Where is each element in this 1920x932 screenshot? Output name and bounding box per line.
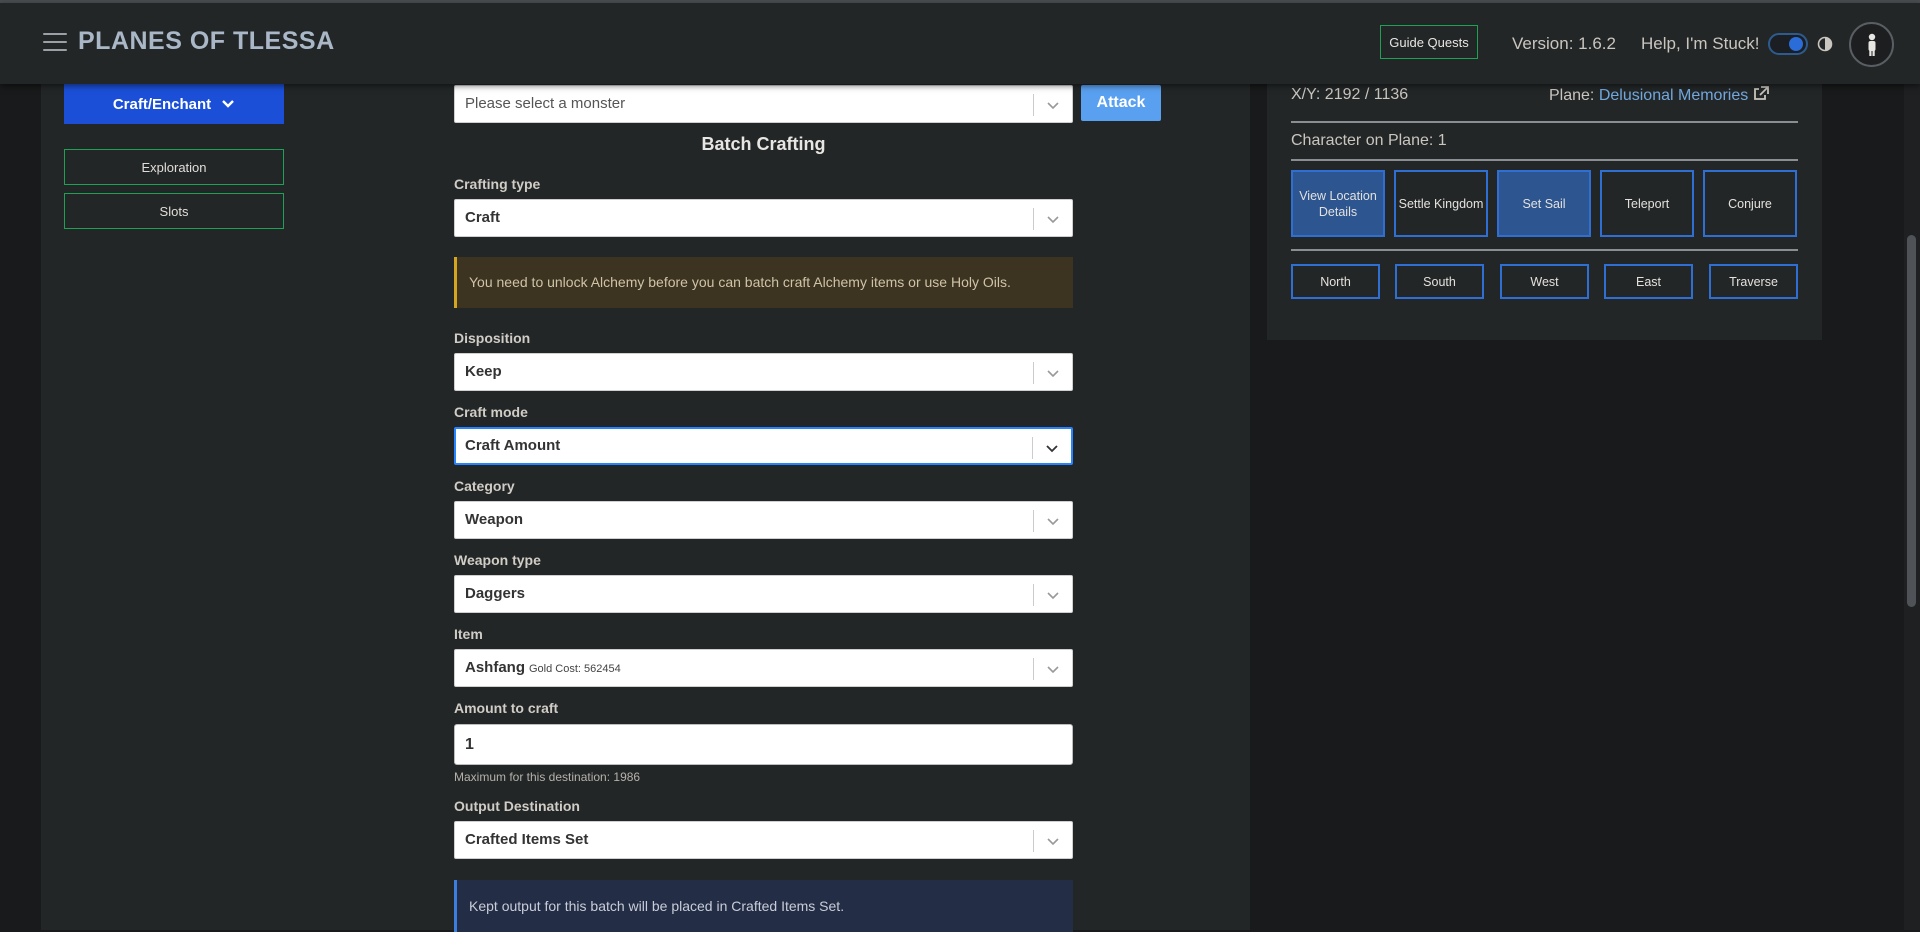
conjure-button[interactable]: Conjure <box>1703 170 1797 237</box>
select-separator <box>1033 658 1034 680</box>
craft-mode-select[interactable]: Craft Amount <box>454 427 1073 465</box>
select-separator <box>1033 510 1034 532</box>
plane-name: Delusional Memories <box>1598 87 1749 104</box>
chevron-down-icon <box>1047 370 1059 378</box>
divider <box>1291 159 1798 161</box>
chevron-down-icon <box>1047 216 1059 224</box>
view-location-details-button[interactable]: View Location Details <box>1291 170 1385 237</box>
monster-select[interactable]: Please select a monster <box>454 85 1073 123</box>
batch-crafting-title: Batch Crafting <box>701 134 826 154</box>
chevron-down-icon <box>1047 102 1059 110</box>
item-value: Ashfang Gold Cost: 562454 <box>465 650 621 687</box>
teleport-button[interactable]: Teleport <box>1600 170 1694 237</box>
chevron-down-icon <box>1047 666 1059 674</box>
move-west-button[interactable]: West <box>1500 264 1589 299</box>
amount-to-craft-label: Amount to craft <box>454 700 559 716</box>
item-name: Ashfang <box>465 659 525 676</box>
craft-enchant-label: Craft/Enchant <box>112 95 212 113</box>
top-navbar: PLANES OF TLESSA Guide Quests Version: 1… <box>0 3 1920 84</box>
select-separator <box>1033 208 1034 230</box>
menu-icon[interactable] <box>43 33 67 53</box>
version-label: Version: 1.6.2 <box>1512 34 1616 53</box>
select-separator <box>1032 437 1033 459</box>
move-north-button[interactable]: North <box>1291 264 1380 299</box>
toggle-knob <box>1789 37 1803 51</box>
chevron-down-icon <box>1047 838 1059 846</box>
chevron-down-icon <box>1047 518 1059 526</box>
character-avatar-button[interactable] <box>1849 22 1894 67</box>
craft-mode-label: Craft mode <box>454 404 528 420</box>
crafting-type-select[interactable]: Craft <box>454 199 1073 237</box>
dark-mode-toggle[interactable] <box>1768 33 1808 55</box>
output-destination-select[interactable]: Crafted Items Set <box>454 821 1073 859</box>
select-separator <box>1033 584 1034 606</box>
disposition-value: Keep <box>465 363 502 380</box>
traverse-button[interactable]: Traverse <box>1709 264 1798 299</box>
disposition-select[interactable]: Keep <box>454 353 1073 391</box>
external-link-icon <box>1753 86 1769 100</box>
output-destination-value: Crafted Items Set <box>465 831 589 848</box>
category-select[interactable]: Weapon <box>454 501 1073 539</box>
attack-button[interactable]: Attack <box>1081 85 1161 121</box>
weapon-type-value: Daggers <box>465 585 526 602</box>
amount-to-craft-input[interactable]: 1 <box>454 724 1073 765</box>
plane-link[interactable]: Delusional Memories <box>1598 86 1769 104</box>
person-icon <box>1868 33 1875 56</box>
exploration-button[interactable]: Exploration <box>64 149 284 185</box>
item-gold-cost: Gold Cost: 562454 <box>529 663 621 675</box>
craft-enchant-dropdown-button[interactable]: Craft/Enchant <box>64 84 284 124</box>
chevron-down-icon <box>1047 592 1059 600</box>
divider <box>1291 121 1798 123</box>
crafting-type-label: Crafting type <box>454 176 541 192</box>
crafting-type-value: Craft <box>465 209 501 226</box>
chevron-down-icon <box>222 100 235 108</box>
craft-mode-value: Craft Amount <box>465 437 561 454</box>
monster-select-placeholder: Please select a monster <box>465 95 626 112</box>
set-sail-button[interactable]: Set Sail <box>1497 170 1591 237</box>
weapon-type-label: Weapon type <box>454 552 541 568</box>
scrollbar-thumb[interactable] <box>1907 235 1916 607</box>
amount-max-hint: Maximum for this destination: 1986 <box>454 770 641 784</box>
select-separator <box>1033 94 1034 116</box>
help-stuck-link[interactable]: Help, I'm Stuck! <box>1641 34 1760 54</box>
move-east-button[interactable]: East <box>1604 264 1693 299</box>
plane-label: Plane: <box>1549 87 1595 104</box>
output-destination-label: Output Destination <box>454 798 580 814</box>
characters-on-plane: Character on Plane: 1 <box>1291 132 1447 149</box>
select-separator <box>1033 830 1034 852</box>
disposition-label: Disposition <box>454 330 531 346</box>
plane-info: Plane: Delusional Memories <box>1549 86 1769 105</box>
select-separator <box>1033 362 1034 384</box>
contrast-icon <box>1817 36 1833 52</box>
output-info-alert: Kept output for this batch will be place… <box>454 880 1073 932</box>
chevron-down-icon <box>1046 445 1058 453</box>
weapon-type-select[interactable]: Daggers <box>454 575 1073 613</box>
divider <box>1291 249 1798 251</box>
guide-quests-button[interactable]: Guide Quests <box>1380 25 1478 59</box>
alchemy-warning-alert: You need to unlock Alchemy before you ca… <box>454 257 1073 308</box>
item-select[interactable]: Ashfang Gold Cost: 562454 <box>454 649 1073 687</box>
category-label: Category <box>454 478 515 494</box>
item-label: Item <box>454 626 483 642</box>
category-value: Weapon <box>465 511 524 528</box>
move-south-button[interactable]: South <box>1395 264 1484 299</box>
coordinates-readout: X/Y: 2192 / 1136 <box>1291 86 1409 103</box>
settle-kingdom-button[interactable]: Settle Kingdom <box>1394 170 1488 237</box>
slots-button[interactable]: Slots <box>64 193 284 229</box>
app-title[interactable]: PLANES OF TLESSA <box>78 27 335 56</box>
